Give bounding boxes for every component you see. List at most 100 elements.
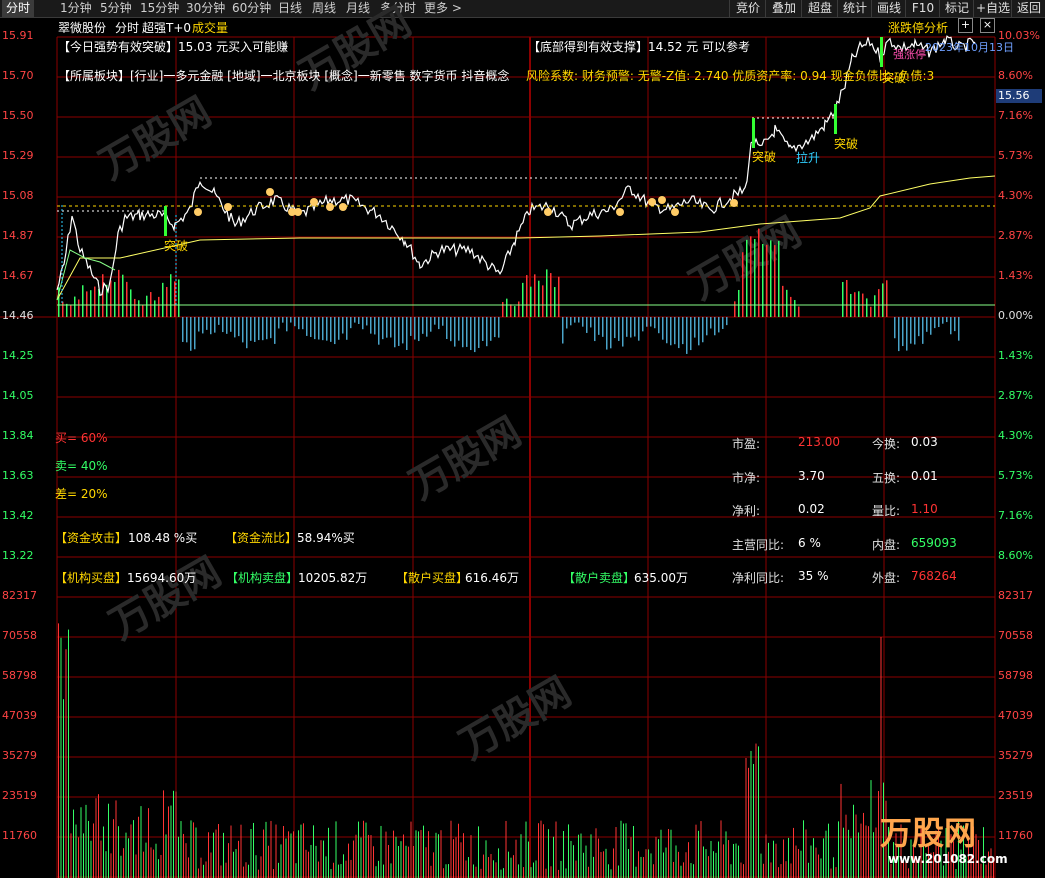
watermark-layer: 万股网万股网万股网万股网万股网万股网: [92, 0, 809, 769]
volume-tick: 58798: [2, 669, 37, 682]
volume-bar: [85, 804, 87, 878]
volume-bar: [470, 835, 472, 878]
volume-bar: [858, 832, 859, 878]
indicator-bar: [82, 285, 84, 317]
volume-bar: [603, 851, 604, 878]
volume-bar: [485, 840, 487, 878]
volume-bar: [170, 805, 172, 878]
indicator-bar: [70, 304, 72, 317]
indicator-bar: [270, 317, 272, 339]
profit-yoy-value: 35 %: [798, 569, 829, 583]
indicator-bar: [722, 317, 724, 329]
volume-bar: [658, 839, 659, 878]
volume-bar: [673, 861, 674, 878]
volume-bar: [60, 637, 62, 878]
pct-tick: 0.00%: [998, 309, 1033, 322]
volume-bar: [328, 827, 329, 878]
hand-marker: [671, 208, 679, 216]
volume-bar: [730, 864, 732, 878]
volume-bar: [245, 862, 247, 878]
volume-bar: [700, 821, 702, 878]
indicator-bar: [462, 317, 464, 348]
volume-bar: [768, 842, 769, 878]
retail-buy-label: 【散户买盘】: [396, 571, 469, 585]
volume-bar: [828, 823, 829, 878]
volume-bar: [93, 823, 94, 878]
volume-bar: [710, 840, 712, 878]
volume-bar: [153, 849, 154, 878]
volume-bar: [830, 868, 832, 878]
volume-bar: [448, 864, 449, 878]
breakout-label-3: 突破: [834, 137, 859, 151]
indicator-bar: [582, 317, 584, 327]
hand-marker: [730, 199, 738, 207]
volume-bar: [445, 864, 447, 878]
indicator-bar: [934, 317, 936, 329]
volume-bar: [563, 831, 564, 878]
volume-bar: [765, 834, 767, 878]
hand-marker: [658, 196, 666, 204]
indicator-bar: [882, 283, 884, 317]
inst-buy-label: 【机构买盘】: [55, 571, 128, 585]
watermark-text: 万股网: [402, 409, 529, 509]
volume-bar: [605, 848, 607, 878]
indicator-bar: [178, 279, 180, 317]
volume-bar: [318, 861, 319, 878]
volume-bar: [578, 834, 579, 878]
volume-bar: [205, 861, 207, 878]
volume-bar: [490, 854, 492, 878]
indicator-bar: [158, 296, 160, 317]
volume-bar: [593, 856, 594, 878]
volume-bar: [800, 850, 802, 878]
volume-bar: [618, 865, 619, 878]
turnover5-value: 0.01: [911, 469, 938, 483]
volume-tick: 11760: [2, 829, 37, 842]
indicator-bar: [442, 317, 444, 326]
volume-bar: [483, 854, 484, 878]
volume-bar: [695, 824, 697, 878]
indicator-bar: [506, 298, 508, 317]
volume-bar: [733, 843, 734, 878]
hand-marker: [326, 203, 334, 211]
volume-bar: [653, 864, 654, 878]
indicator-bar: [142, 304, 144, 317]
volume-bar: [865, 825, 867, 878]
indicator-bar: [66, 303, 68, 317]
volume-bar: [825, 830, 827, 878]
volume-bar: [168, 806, 169, 878]
indicator-bar: [282, 317, 284, 323]
indicator-bar: [342, 317, 344, 334]
volume-bar: [243, 866, 244, 878]
volume-bar: [365, 822, 367, 878]
indicator-bar: [510, 304, 512, 317]
volume-bar: [773, 840, 774, 878]
indicator-bar: [434, 317, 436, 325]
volume-bar: [758, 746, 759, 878]
indicator-bar: [714, 317, 716, 336]
indicator-bar: [914, 317, 916, 345]
volume-bar: [625, 823, 627, 878]
indicator-bar: [954, 317, 956, 332]
volume-bar: [210, 852, 212, 878]
volume-bar: [530, 867, 532, 878]
volume-bar: [95, 798, 97, 878]
pe-value: 213.00: [798, 435, 840, 449]
indicator-bar: [246, 317, 248, 349]
volume-bar: [505, 820, 507, 878]
indicator-bar: [426, 317, 428, 337]
price-tick: 13.42: [2, 509, 34, 522]
indicator-bar: [206, 317, 208, 330]
volume-bar: [493, 860, 494, 878]
indicator-bar: [422, 317, 424, 334]
indicator-bar: [678, 317, 680, 349]
volume-bar: [353, 840, 354, 878]
volume-bar: [128, 838, 129, 878]
turnover-value: 0.03: [911, 435, 938, 449]
volume-bar: [478, 826, 479, 878]
volume-bar: [608, 864, 609, 878]
volume-bar: [145, 842, 147, 878]
volume-bar: [140, 806, 142, 878]
indicator-bar: [694, 317, 696, 338]
indicator-bar: [166, 286, 168, 317]
volume-bar: [188, 857, 189, 878]
